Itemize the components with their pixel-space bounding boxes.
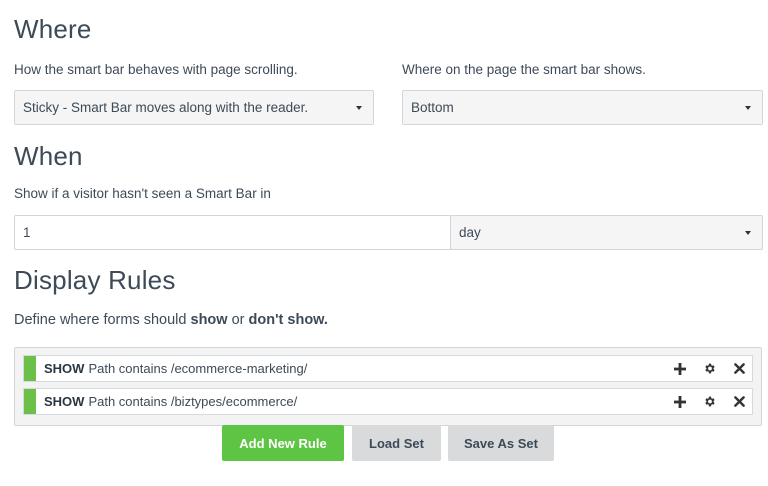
gear-icon[interactable] [703, 395, 716, 408]
where-heading: Where [14, 14, 92, 44]
plus-icon[interactable] [673, 395, 686, 408]
time-unit-value: day [459, 225, 481, 240]
scroll-behavior-select[interactable]: Sticky - Smart Bar moves along with the … [14, 90, 374, 125]
rule-keyword: SHOW [44, 394, 85, 409]
when-label: Show if a visitor hasn't seen a Smart Ba… [14, 186, 271, 201]
position-label: Where on the page the smart bar shows. [402, 62, 646, 77]
add-new-rule-button[interactable]: Add New Rule [222, 425, 344, 461]
close-icon[interactable] [733, 395, 746, 408]
rules-list: SHOW Path contains /ecommerce-marketing/… [14, 347, 762, 426]
rule-keyword: SHOW [44, 361, 85, 376]
display-rules-heading: Display Rules [14, 265, 176, 295]
gear-icon[interactable] [703, 362, 716, 375]
scroll-behavior-label: How the smart bar behaves with page scro… [14, 62, 298, 77]
chevron-down-icon [356, 106, 362, 110]
time-amount-input[interactable]: 1 [14, 215, 451, 250]
rule-row: SHOW Path contains /ecommerce-marketing/ [23, 355, 753, 382]
rule-accent-bar [24, 356, 36, 381]
scroll-behavior-value: Sticky - Smart Bar moves along with the … [23, 100, 309, 115]
display-rules-description: Define where forms should show or don't … [14, 312, 328, 328]
when-heading: When [14, 141, 83, 171]
save-as-set-button[interactable]: Save As Set [448, 425, 554, 461]
position-select[interactable]: Bottom [402, 90, 763, 125]
time-amount-value: 1 [23, 225, 31, 240]
close-icon[interactable] [733, 362, 746, 375]
rule-accent-bar [24, 389, 36, 414]
rule-row: SHOW Path contains /biztypes/ecommerce/ [23, 388, 753, 415]
load-set-button[interactable]: Load Set [352, 425, 441, 461]
plus-icon[interactable] [673, 362, 686, 375]
position-value: Bottom [411, 100, 454, 115]
rule-text: Path contains /biztypes/ecommerce/ [88, 394, 298, 409]
chevron-down-icon [745, 231, 751, 235]
rule-text: Path contains /ecommerce-marketing/ [88, 361, 308, 376]
chevron-down-icon [745, 106, 751, 110]
time-unit-select[interactable]: day [450, 215, 763, 250]
